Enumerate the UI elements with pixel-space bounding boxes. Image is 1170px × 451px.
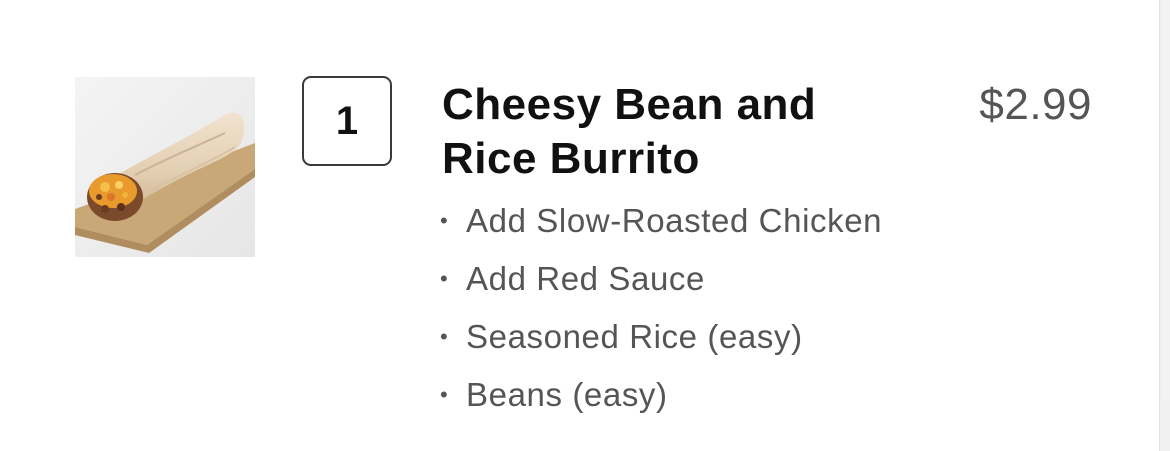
bullet-icon: • (440, 266, 449, 291)
burrito-image (75, 77, 255, 257)
quantity-value: 1 (335, 98, 359, 143)
modification-item: • Add Slow-Roasted Chicken (440, 196, 882, 254)
order-summary-page: 1 Cheesy Bean and Rice Burrito $2.99 • Ad… (0, 0, 1170, 451)
bullet-icon: • (440, 382, 449, 407)
modification-item: • Add Red Sauce (440, 254, 882, 312)
quantity-box[interactable]: 1 (302, 76, 392, 166)
modification-item: • Beans (easy) (440, 370, 882, 428)
modification-label: Beans (easy) (466, 376, 668, 413)
item-name: Cheesy Bean and Rice Burrito (442, 80, 817, 183)
item-price: $2.99 (979, 80, 1092, 129)
modification-label: Add Red Sauce (466, 260, 705, 297)
bullet-icon: • (440, 324, 449, 349)
scrollbar-thumb[interactable] (1161, 0, 1169, 400)
modification-label: Seasoned Rice (easy) (466, 318, 803, 355)
modification-item: • Seasoned Rice (easy) (440, 312, 882, 370)
modification-label: Add Slow-Roasted Chicken (466, 202, 883, 239)
bullet-icon: • (440, 208, 449, 233)
burrito-photo-illustration (75, 77, 255, 257)
modification-list: • Add Slow-Roasted Chicken • Add Red Sauce… (440, 196, 882, 428)
scrollbar-track[interactable] (1159, 0, 1170, 451)
